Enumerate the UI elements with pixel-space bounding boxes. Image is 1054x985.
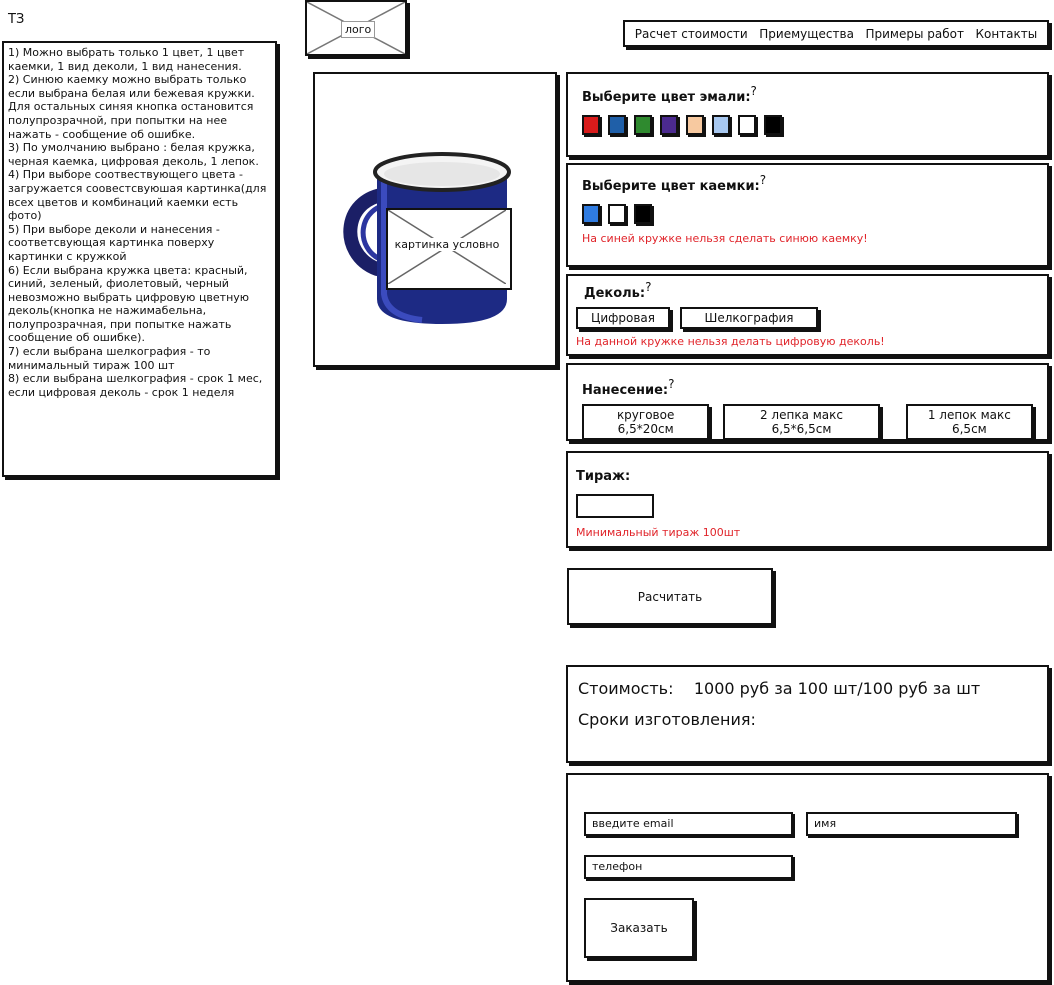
enamel-color-panel: Выберите цвет эмали:? — [566, 72, 1049, 157]
requirement-item: 6) Если выбрана кружка цвета: красный, с… — [8, 263, 250, 345]
requirement-item: 7) если выбрана шелкография - то минимал… — [8, 345, 211, 372]
nav-item-pricing[interactable]: Расчет стоимости — [635, 27, 748, 41]
run-error-message: Минимальный тираж 100шт — [576, 526, 741, 539]
top-nav: Расчет стоимости Приемущества Примеры ра… — [623, 20, 1049, 47]
cost-line: Стоимость: 1000 руб за 100 шт/100 руб за… — [578, 679, 1037, 698]
rim-help-icon[interactable]: ? — [760, 173, 766, 187]
requirement-item: 1) Можно выбрать только 1 цвет, 1 цвет к… — [8, 46, 245, 73]
decal-digital-button[interactable]: Цифровая — [576, 307, 670, 329]
requirement-item: 5) При выборе деколи и нанесения - соотв… — [8, 222, 220, 263]
enamel-swatch-7[interactable] — [764, 115, 782, 135]
application-help-icon[interactable]: ? — [668, 377, 674, 391]
enamel-swatch-2[interactable] — [634, 115, 652, 135]
cost-panel: Стоимость: 1000 руб за 100 шт/100 руб за… — [566, 665, 1049, 763]
preview-placeholder-label: картинка условно — [390, 238, 504, 251]
run-panel: Тираж: Минимальный тираж 100шт — [566, 451, 1049, 548]
order-panel: введите email имя телефон Заказать — [566, 773, 1049, 982]
mug-preview-panel: картинка условно — [313, 72, 557, 367]
run-quantity-input[interactable] — [576, 494, 654, 518]
enamel-swatches — [582, 115, 1033, 135]
requirements-box: 1) Можно выбрать только 1 цвет, 1 цвет к… — [2, 41, 277, 477]
rim-swatches — [582, 204, 1033, 224]
nav-item-advantages[interactable]: Приемущества — [759, 27, 854, 41]
order-button[interactable]: Заказать — [584, 898, 694, 958]
decal-help-icon[interactable]: ? — [645, 280, 651, 294]
requirement-item: 2) Синюю каемку можно выбрать только есл… — [8, 73, 255, 141]
preview-placeholder: картинка условно — [386, 208, 512, 290]
decal-error-message: На данной кружке нельзя делать цифровую … — [576, 335, 885, 348]
nav-item-portfolio[interactable]: Примеры работ — [865, 27, 963, 41]
phone-field[interactable]: телефон — [584, 855, 793, 879]
enamel-swatch-5[interactable] — [712, 115, 730, 135]
rim-title: Выберите цвет каемки: — [582, 179, 760, 194]
calculate-button[interactable]: Расчитать — [567, 568, 773, 625]
enamel-help-icon[interactable]: ? — [751, 84, 757, 98]
application-title: Нанесение: — [582, 383, 669, 398]
decal-title: Деколь: — [584, 286, 646, 301]
decal-panel: Деколь:? Цифровая Шелкография На данной … — [566, 274, 1049, 356]
rim-color-panel: Выберите цвет каемки:? На синей кружке н… — [566, 163, 1049, 267]
enamel-title: Выберите цвет эмали: — [582, 90, 751, 105]
price-value: 1000 руб за 100 шт/100 руб за шт — [693, 679, 981, 698]
enamel-swatch-0[interactable] — [582, 115, 600, 135]
enamel-swatch-4[interactable] — [686, 115, 704, 135]
application-round-button[interactable]: круговое 6,5*20см — [582, 404, 710, 440]
enamel-swatch-1[interactable] — [608, 115, 626, 135]
application-two-stickers-button[interactable]: 2 лепка макс 6,5*6,5см — [723, 404, 880, 440]
rim-swatch-0[interactable] — [582, 204, 600, 224]
term-label: Сроки изготовления: — [578, 710, 756, 729]
rim-swatch-1[interactable] — [608, 204, 626, 224]
rim-swatch-2[interactable] — [634, 204, 652, 224]
email-field[interactable]: введите email — [584, 812, 793, 836]
name-field[interactable]: имя — [806, 812, 1017, 836]
price-label: Стоимость: — [578, 679, 674, 698]
logo-label: лого — [341, 21, 376, 38]
requirement-item: 4) При выборе соотвествующего цвета - за… — [8, 168, 267, 223]
logo[interactable]: лого — [305, 0, 407, 56]
enamel-swatch-6[interactable] — [738, 115, 756, 135]
requirement-item: 3) По умолчанию выбрано : белая кружка, … — [8, 141, 259, 168]
nav-item-contacts[interactable]: Контакты — [975, 27, 1037, 41]
decal-silkscreen-button[interactable]: Шелкография — [680, 307, 818, 329]
enamel-swatch-3[interactable] — [660, 115, 678, 135]
rim-error-message: На синей кружке нельзя сделать синюю кае… — [582, 232, 868, 245]
tz-label: ТЗ — [8, 12, 25, 27]
application-one-sticker-button[interactable]: 1 лепок макс 6,5см — [905, 404, 1033, 440]
application-panel: Нанесение:? круговое 6,5*20см 2 лепка ма… — [566, 363, 1049, 441]
run-title: Тираж: — [576, 469, 631, 484]
requirement-item: 8) если выбрана шелкография - срок 1 мес… — [8, 372, 263, 399]
